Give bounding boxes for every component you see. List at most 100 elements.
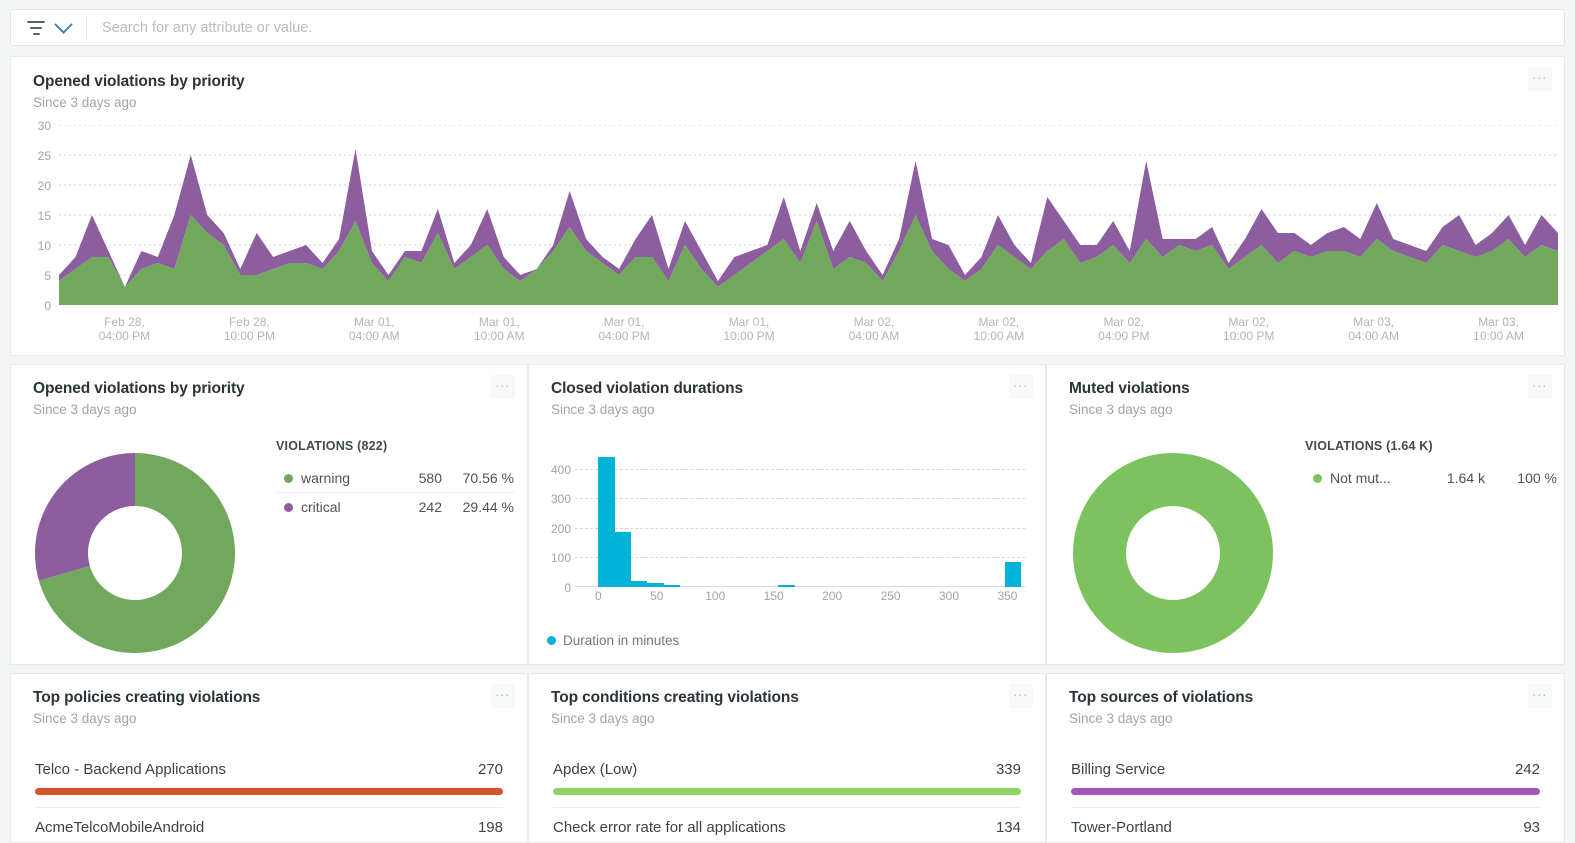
panel-muted-violations: Muted violations Since 3 days ago ... VI… — [1046, 364, 1565, 665]
histogram-bar[interactable] — [1005, 561, 1022, 587]
list-item[interactable]: Apdex (Low) 339 — [553, 750, 1021, 795]
area-x-tick: Mar 01, 10:00 AM — [444, 315, 554, 343]
panel-header: Opened violations by priority Since 3 da… — [11, 365, 527, 417]
list-item-label: Check error rate for all applications — [553, 819, 786, 836]
histogram-x-tick: 50 — [650, 589, 664, 603]
table-row[interactable]: Not mut... 1.64 k 100 % — [1305, 464, 1557, 492]
panel-menu-button[interactable]: ... — [1528, 67, 1552, 91]
histogram-bar[interactable] — [614, 532, 632, 587]
list-item-label: Apdex (Low) — [553, 761, 638, 778]
panel-subtitle: Since 3 days ago — [33, 402, 137, 417]
area-x-tick: Mar 01, 04:00 PM — [569, 315, 679, 343]
histogram-bar[interactable] — [598, 457, 615, 587]
list-item-line: Apdex (Low) 339 — [553, 761, 1021, 778]
histogram-x-tick: 150 — [763, 589, 784, 603]
row-percent: 100 % — [1517, 470, 1557, 486]
panel-header: Opened violations by priority Since 3 da… — [11, 57, 1564, 110]
panel-title: Opened violations by priority — [33, 380, 245, 397]
chevron-down-icon[interactable] — [54, 15, 73, 34]
panel-closed-violation-durations: Closed violation durations Since 3 days … — [528, 364, 1046, 665]
legend-color-dot — [547, 636, 556, 645]
x-tick-time: 10:00 PM — [1223, 329, 1275, 343]
filter-icon[interactable] — [27, 20, 45, 35]
list-item-value: 93 — [1523, 819, 1540, 836]
panel-title: Top policies creating violations — [33, 689, 261, 706]
list-item-value: 198 — [477, 819, 503, 836]
panel-menu-button[interactable]: ... — [1528, 684, 1552, 708]
list-item-label: Billing Service — [1071, 761, 1166, 778]
panel-top-sources: Top sources of violations Since 3 days a… — [1046, 673, 1565, 843]
list-item[interactable]: AcmeTelcoMobileAndroid 198 — [35, 807, 503, 843]
panel-title: Top conditions creating violations — [551, 689, 799, 706]
histogram-bar[interactable] — [631, 580, 648, 587]
table-row[interactable]: critical 242 29.44 % — [276, 493, 514, 521]
panel-subtitle: Since 3 days ago — [551, 711, 655, 726]
histogram-x-tick: 200 — [822, 589, 843, 603]
x-tick-date: Mar 02, — [1103, 315, 1145, 329]
x-tick-time: 10:00 AM — [1473, 329, 1524, 343]
panel-top-conditions: Top conditions creating violations Since… — [528, 673, 1046, 843]
histogram-x-tick: 350 — [997, 589, 1018, 603]
panel-header: Closed violation durations Since 3 days … — [529, 365, 1045, 417]
x-tick-date: Mar 01, — [353, 315, 395, 329]
x-tick-date: Feb 28, — [229, 315, 270, 329]
area-x-tick: Feb 28, 04:00 PM — [69, 315, 179, 343]
ellipsis-icon: ... — [495, 684, 511, 699]
panel-subtitle: Since 3 days ago — [33, 711, 137, 726]
x-tick-time: 10:00 AM — [473, 329, 525, 343]
list-item-value: 134 — [995, 819, 1021, 836]
histogram-bar[interactable] — [778, 585, 795, 587]
table-row[interactable]: warning 580 70.56 % — [276, 464, 514, 493]
row-label: critical — [276, 499, 386, 515]
bar-list: Billing Service 242 Tower-Portland 93 — [1071, 750, 1540, 843]
x-tick-time: 04:00 AM — [848, 329, 900, 343]
panel-menu-button[interactable]: ... — [1009, 375, 1033, 399]
histogram-bar[interactable] — [647, 582, 664, 587]
list-item[interactable]: Check error rate for all applications 134 — [553, 807, 1021, 843]
panel-opened-violations-donut: Opened violations by priority Since 3 da… — [10, 364, 528, 665]
x-tick-time: 04:00 AM — [1348, 329, 1399, 343]
search-input[interactable] — [100, 18, 1564, 37]
violations-table-header: VIOLATIONS (1.64 K) — [1305, 439, 1433, 453]
list-item-line: Telco - Backend Applications 270 — [35, 761, 503, 778]
area-x-tick: Mar 02, 10:00 AM — [944, 315, 1054, 343]
bar-fill — [1071, 788, 1540, 795]
violations-table-header: VIOLATIONS (822) — [276, 439, 388, 453]
violations-table: VIOLATIONS (822) warning 580 70.56 % critica… — [276, 439, 514, 521]
list-item-label: AcmeTelcoMobileAndroid — [35, 819, 205, 836]
panel-menu-button[interactable]: ... — [1009, 684, 1033, 708]
x-tick-time: 04:00 PM — [598, 329, 650, 343]
panel-subtitle: Since 3 days ago — [1069, 402, 1173, 417]
panel-menu-button[interactable]: ... — [491, 375, 515, 399]
histogram-chart: 0 100 200 300 400 — [551, 457, 1025, 595]
panel-menu-button[interactable]: ... — [491, 684, 515, 708]
list-item[interactable]: Billing Service 242 — [1071, 750, 1540, 795]
row-value: 1.64 k — [1446, 470, 1485, 486]
list-item[interactable]: Telco - Backend Applications 270 — [35, 750, 503, 795]
histogram-bar[interactable] — [663, 585, 681, 587]
area-x-tick: Mar 01, 04:00 AM — [319, 315, 429, 343]
donut-chart — [1073, 453, 1273, 653]
area-x-tick: Mar 03, 04:00 AM — [1319, 315, 1429, 343]
series-color-dot — [1313, 473, 1322, 483]
bar-list: Telco - Backend Applications 270 AcmeTelco… — [35, 750, 503, 843]
row-label: warning — [276, 470, 386, 486]
panel-header: Top conditions creating violations Since… — [529, 674, 1045, 726]
x-tick-time: 10:00 PM — [723, 329, 775, 343]
histogram-gridline — [575, 468, 1025, 470]
panel-menu-button[interactable]: ... — [1528, 375, 1552, 399]
panel-title: Closed violation durations — [551, 380, 744, 397]
panel-subtitle: Since 3 days ago — [33, 95, 137, 110]
panel-header: Muted violations Since 3 days ago — [1047, 365, 1564, 417]
divider — [86, 17, 87, 38]
legend-label: Duration in minutes — [563, 633, 680, 648]
panel-header: Top sources of violations Since 3 days a… — [1047, 674, 1564, 726]
row-label-text: critical — [301, 499, 341, 515]
bar-fill — [35, 788, 503, 795]
area-y-tick: 15 — [37, 209, 51, 223]
legend-item-duration[interactable]: Duration in minutes — [547, 633, 679, 648]
ellipsis-icon: ... — [1013, 375, 1029, 390]
ellipsis-icon: ... — [1013, 684, 1029, 699]
series-color-dot — [284, 473, 293, 483]
list-item[interactable]: Tower-Portland 93 — [1071, 807, 1540, 843]
